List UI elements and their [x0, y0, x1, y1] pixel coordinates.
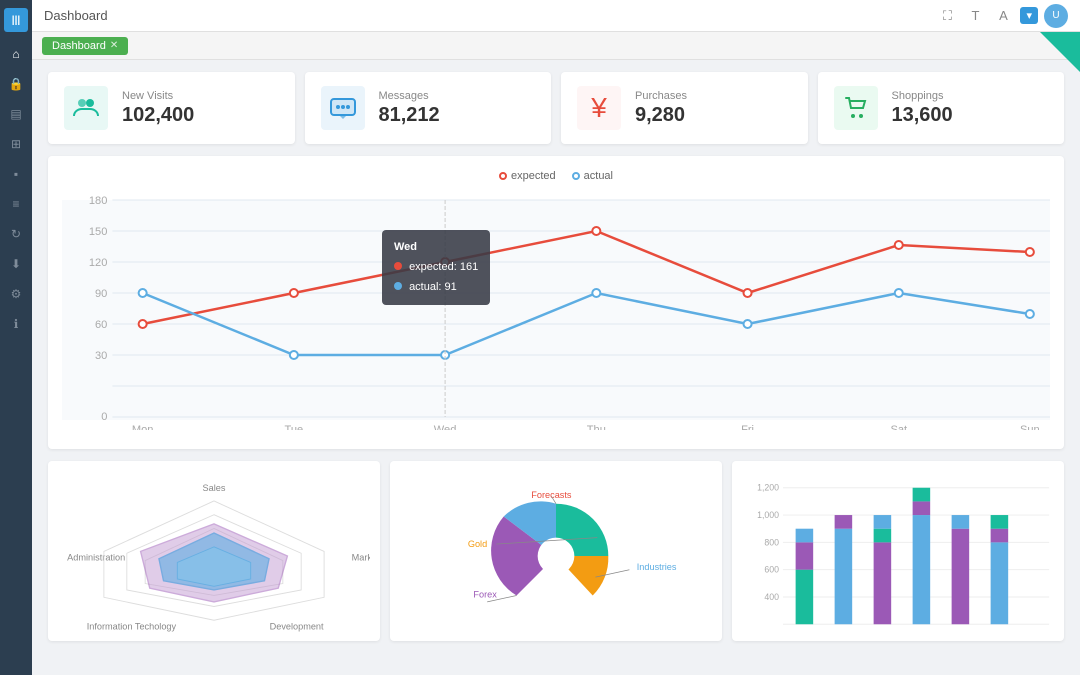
tab-dashboard-label: Dashboard: [52, 40, 106, 52]
purchases-value: 9,280: [635, 104, 687, 127]
svg-text:Fri: Fri: [741, 424, 754, 430]
topbar-actions: ⛶ T A ▾ U: [936, 4, 1068, 28]
new-visits-value: 102,400: [122, 104, 194, 127]
stat-card-new-visits: New Visits 102,400: [48, 72, 295, 144]
new-visits-info: New Visits 102,400: [122, 90, 194, 127]
corner-decoration: [1040, 32, 1080, 72]
purchases-info: Purchases 9,280: [635, 90, 687, 127]
new-visits-icon: [64, 86, 108, 130]
svg-text:60: 60: [95, 319, 107, 331]
topbar: Dashboard ⛶ T A ▾ U: [32, 0, 1080, 32]
messages-value: 81,212: [379, 104, 440, 127]
shoppings-info: Shoppings 13,600: [892, 90, 953, 127]
legend-actual-label: actual: [584, 170, 613, 182]
text-icon[interactable]: T: [964, 5, 986, 27]
fullscreen-icon[interactable]: ⛶: [936, 5, 958, 27]
svg-text:30: 30: [95, 350, 107, 362]
svg-text:Tue: Tue: [285, 424, 304, 430]
sidebar-item-list[interactable]: ≡: [4, 192, 28, 216]
donut-label-gold: Gold: [468, 539, 487, 549]
content-area: New Visits 102,400 Messages: [32, 60, 1080, 675]
stat-cards: New Visits 102,400 Messages: [48, 72, 1064, 144]
svg-text:Sun: Sun: [1020, 424, 1040, 430]
svg-text:400: 400: [764, 592, 779, 602]
radar-label-it: Information Techology: [87, 621, 177, 631]
svg-text:Sat: Sat: [890, 424, 907, 430]
legend-actual-dot: [572, 172, 580, 180]
donut-label-forex: Forex: [473, 589, 497, 599]
messages-icon: [321, 86, 365, 130]
stat-card-purchases: ¥ Purchases 9,280: [561, 72, 808, 144]
radar-label-sales: Sales: [203, 483, 226, 493]
svg-text:600: 600: [764, 565, 779, 575]
bottom-charts: Sales Marketing Development Information …: [48, 461, 1064, 641]
new-visits-label: New Visits: [122, 90, 194, 102]
sidebar-item-lock[interactable]: 🔒: [4, 72, 28, 96]
radar-chart: Sales Marketing Development Information …: [48, 461, 380, 641]
donut-svg: Forecasts Gold Forex Industries: [400, 471, 712, 641]
chart-legend: expected actual: [62, 170, 1050, 182]
svg-text:800: 800: [764, 537, 779, 547]
line-chart-section: expected actual: [48, 156, 1064, 449]
svg-text:150: 150: [89, 226, 107, 238]
sidebar-item-home[interactable]: ⌂: [4, 42, 28, 66]
legend-expected-dot: [499, 172, 507, 180]
messages-label: Messages: [379, 90, 440, 102]
sidebar-item-grid[interactable]: ⊞: [4, 132, 28, 156]
page-title: Dashboard: [44, 8, 928, 23]
sidebar-item-info[interactable]: ℹ: [4, 312, 28, 336]
sidebar-item-settings[interactable]: ⚙: [4, 282, 28, 306]
purchases-icon: ¥: [577, 86, 621, 130]
donut-chart: Forecasts Gold Forex Industries: [390, 461, 722, 641]
tab-close-icon[interactable]: ✕: [110, 40, 118, 51]
svg-text:120: 120: [89, 257, 107, 269]
purchases-label: Purchases: [635, 90, 687, 102]
radar-label-marketing: Marketing: [352, 553, 370, 563]
shoppings-icon: [834, 86, 878, 130]
sidebar-item-chart[interactable]: ▪: [4, 162, 28, 186]
shoppings-value: 13,600: [892, 104, 953, 127]
main-area: Dashboard ⛶ T A ▾ U Dashboard ✕: [32, 0, 1080, 675]
bar-svg: 1,200 1,000 800 600 400: [742, 471, 1054, 641]
shoppings-label: Shoppings: [892, 90, 953, 102]
donut-label-forecasts: Forecasts: [531, 490, 572, 500]
tabbar: Dashboard ✕: [32, 32, 1080, 60]
radar-label-admin: Administration: [67, 553, 125, 563]
sidebar-item-layers[interactable]: ▤: [4, 102, 28, 126]
accessibility-icon[interactable]: A: [992, 5, 1014, 27]
avatar[interactable]: U: [1044, 4, 1068, 28]
sidebar-item-download[interactable]: ⬇: [4, 252, 28, 276]
radar-label-development: Development: [270, 621, 324, 631]
svg-text:Thu: Thu: [587, 424, 606, 430]
dropdown-button[interactable]: ▾: [1020, 7, 1038, 24]
stat-card-shoppings: Shoppings 13,600: [818, 72, 1065, 144]
radar-svg: Sales Marketing Development Information …: [58, 471, 370, 641]
bar-chart: 1,200 1,000 800 600 400: [732, 461, 1064, 641]
line-chart-svg: 180 150 120 90 60 30 0 Mon Tue Wed Thu: [62, 190, 1050, 430]
svg-text:1,200: 1,200: [757, 483, 779, 493]
svg-text:Wed: Wed: [434, 424, 457, 430]
stat-card-messages: Messages 81,212: [305, 72, 552, 144]
sidebar-item-refresh[interactable]: ↻: [4, 222, 28, 246]
messages-info: Messages 81,212: [379, 90, 440, 127]
line-chart-wrap: 180 150 120 90 60 30 0 Mon Tue Wed Thu: [62, 190, 1050, 435]
svg-text:180: 180: [89, 195, 107, 207]
svg-text:0: 0: [101, 411, 107, 423]
sidebar: ||| ⌂ 🔒 ▤ ⊞ ▪ ≡ ↻ ⬇ ⚙ ℹ: [0, 0, 32, 675]
legend-expected: expected: [499, 170, 556, 182]
svg-text:90: 90: [95, 288, 107, 300]
donut-label-industries: Industries: [637, 562, 677, 572]
sidebar-logo[interactable]: |||: [4, 8, 28, 32]
svg-text:1,000: 1,000: [757, 510, 779, 520]
tab-dashboard[interactable]: Dashboard ✕: [42, 37, 128, 55]
legend-expected-label: expected: [511, 170, 556, 182]
svg-text:Mon: Mon: [132, 424, 154, 430]
legend-actual: actual: [572, 170, 613, 182]
